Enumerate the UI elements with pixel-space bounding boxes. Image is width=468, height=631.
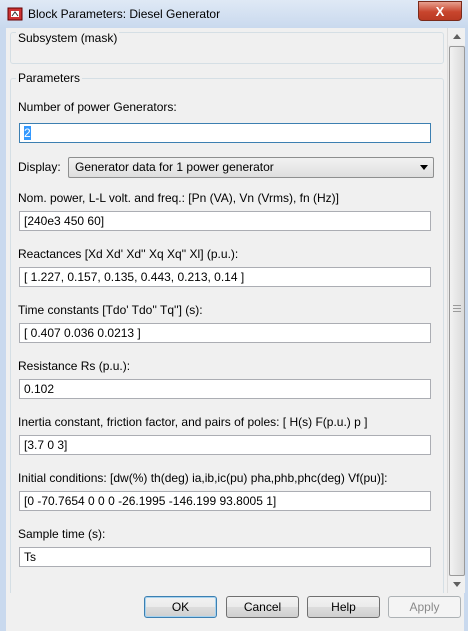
num-generators-input[interactable]: 2 (19, 123, 431, 143)
help-button[interactable]: Help (307, 596, 380, 618)
title-bar: Block Parameters: Diesel Generator X (0, 0, 468, 29)
thumb-grip-line (453, 308, 461, 309)
thumb-grip-line (453, 311, 461, 312)
subsystem-title: Subsystem (mask) (16, 31, 120, 45)
simulink-app-icon (7, 6, 23, 22)
initial-conditions-input[interactable]: [0 -70.7654 0 0 0 -26.1995 -146.199 93.8… (19, 491, 431, 511)
initial-conditions-label: Initial conditions: [dw(%) th(deg) ia,ib… (18, 471, 388, 485)
scroll-up-button[interactable] (448, 28, 465, 45)
scroll-down-arrow-icon (453, 582, 461, 587)
scroll-down-button[interactable] (448, 576, 465, 593)
dialog-content: Subsystem (mask) Parameters Number of po… (6, 28, 447, 593)
ok-button[interactable]: OK (144, 596, 217, 618)
scroll-up-arrow-icon (453, 34, 461, 39)
resistance-input[interactable]: 0.102 (19, 379, 431, 399)
display-select[interactable]: Generator data for 1 power generator (68, 157, 434, 178)
parameters-title: Parameters (16, 71, 83, 85)
time-constants-label: Time constants [Tdo' Tdo'' Tq''] (s): (18, 303, 203, 317)
thumb-grip-icon (453, 305, 461, 306)
sample-time-label: Sample time (s): (18, 527, 106, 541)
time-constants-input[interactable]: [ 0.407 0.036 0.0213 ] (19, 323, 431, 343)
num-generators-value: 2 (24, 126, 31, 140)
num-generators-label: Number of power Generators: (18, 100, 177, 114)
close-button[interactable]: X (418, 1, 462, 21)
close-icon: X (435, 3, 445, 19)
cancel-button[interactable]: Cancel (226, 596, 299, 618)
display-label: Display: (18, 160, 61, 174)
nom-power-label: Nom. power, L-L volt. and freq.: [Pn (VA… (18, 191, 339, 205)
scrollbar-thumb[interactable] (449, 46, 465, 576)
inertia-input[interactable]: [3.7 0 3] (19, 435, 431, 455)
vertical-scrollbar[interactable] (447, 28, 465, 593)
reactances-label: Reactances [Xd Xd' Xd'' Xq Xq'' Xl] (p.u… (18, 247, 239, 261)
resistance-label: Resistance Rs (p.u.): (18, 359, 131, 373)
window-title: Block Parameters: Diesel Generator (28, 7, 221, 21)
dropdown-arrow-icon (420, 165, 428, 170)
inertia-label: Inertia constant, friction factor, and p… (18, 415, 368, 429)
apply-button[interactable]: Apply (388, 596, 461, 618)
reactances-input[interactable]: [ 1.227, 0.157, 0.135, 0.443, 0.213, 0.1… (19, 267, 431, 287)
sample-time-input[interactable]: Ts (19, 547, 431, 567)
nom-power-input[interactable]: [240e3 450 60] (19, 211, 431, 231)
display-selected-value: Generator data for 1 power generator (75, 160, 274, 174)
